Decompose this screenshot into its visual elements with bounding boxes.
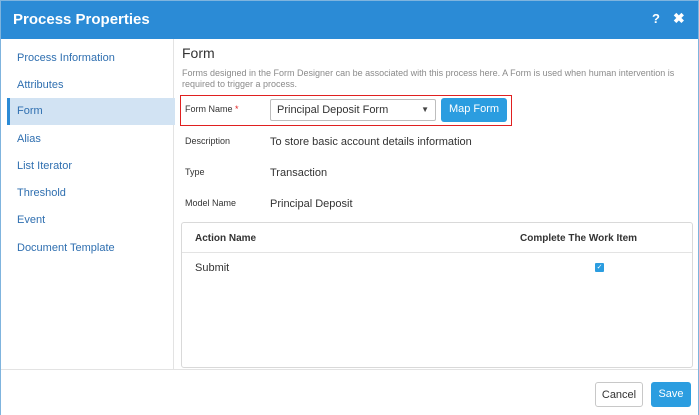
save-button[interactable]: Save (651, 382, 691, 407)
map-form-button[interactable]: Map Form (441, 98, 507, 122)
dialog-titlebar: Process Properties ? ✖ (1, 1, 698, 39)
help-icon[interactable]: ? (652, 11, 660, 26)
model-name-value: Principal Deposit (270, 198, 353, 210)
column-header-action-name: Action Name (195, 233, 257, 244)
sidebar: Process Information Attributes Form Alia… (2, 39, 175, 369)
sidebar-item-form[interactable]: Form (7, 98, 175, 125)
dialog-title: Process Properties (13, 11, 150, 28)
action-name-cell: Submit (195, 262, 230, 274)
sidebar-item-event[interactable]: Event (7, 207, 175, 234)
section-title: Form (182, 45, 215, 61)
sidebar-item-threshold[interactable]: Threshold (7, 180, 175, 207)
process-properties-dialog: Process Properties ? ✖ Process Informati… (0, 0, 699, 415)
sidebar-item-process-information[interactable]: Process Information (7, 45, 175, 72)
dropdown-caret-icon: ▼ (421, 105, 429, 114)
type-label: Type (185, 167, 205, 177)
sidebar-item-document-template[interactable]: Document Template (7, 235, 175, 262)
model-name-label: Model Name (185, 198, 237, 208)
type-value: Transaction (270, 167, 328, 179)
actions-table: Action Name Complete The Work Item Submi… (181, 222, 693, 368)
dialog-footer: Cancel Save (1, 369, 698, 415)
sidebar-item-alias[interactable]: Alias (7, 126, 175, 153)
cancel-button[interactable]: Cancel (595, 382, 643, 407)
sidebar-item-list-iterator[interactable]: List Iterator (7, 153, 175, 180)
column-header-complete-work-item: Complete The Work Item (520, 233, 638, 244)
description-label: Description (185, 136, 231, 146)
close-icon[interactable]: ✖ (673, 10, 685, 27)
form-name-label: Form Name * (185, 104, 239, 114)
form-panel: Form Forms designed in the Form Designer… (174, 39, 698, 369)
form-name-select[interactable]: Principal Deposit Form ▼ (270, 99, 436, 121)
form-name-value: Principal Deposit Form (277, 104, 389, 116)
complete-work-item-checkbox[interactable]: ✓ (595, 263, 604, 272)
header-divider (182, 252, 692, 253)
required-marker: * (235, 104, 239, 114)
section-description: Forms designed in the Form Designer can … (182, 68, 675, 89)
description-value: To store basic account details informati… (270, 136, 472, 148)
sidebar-item-attributes[interactable]: Attributes (7, 72, 175, 99)
